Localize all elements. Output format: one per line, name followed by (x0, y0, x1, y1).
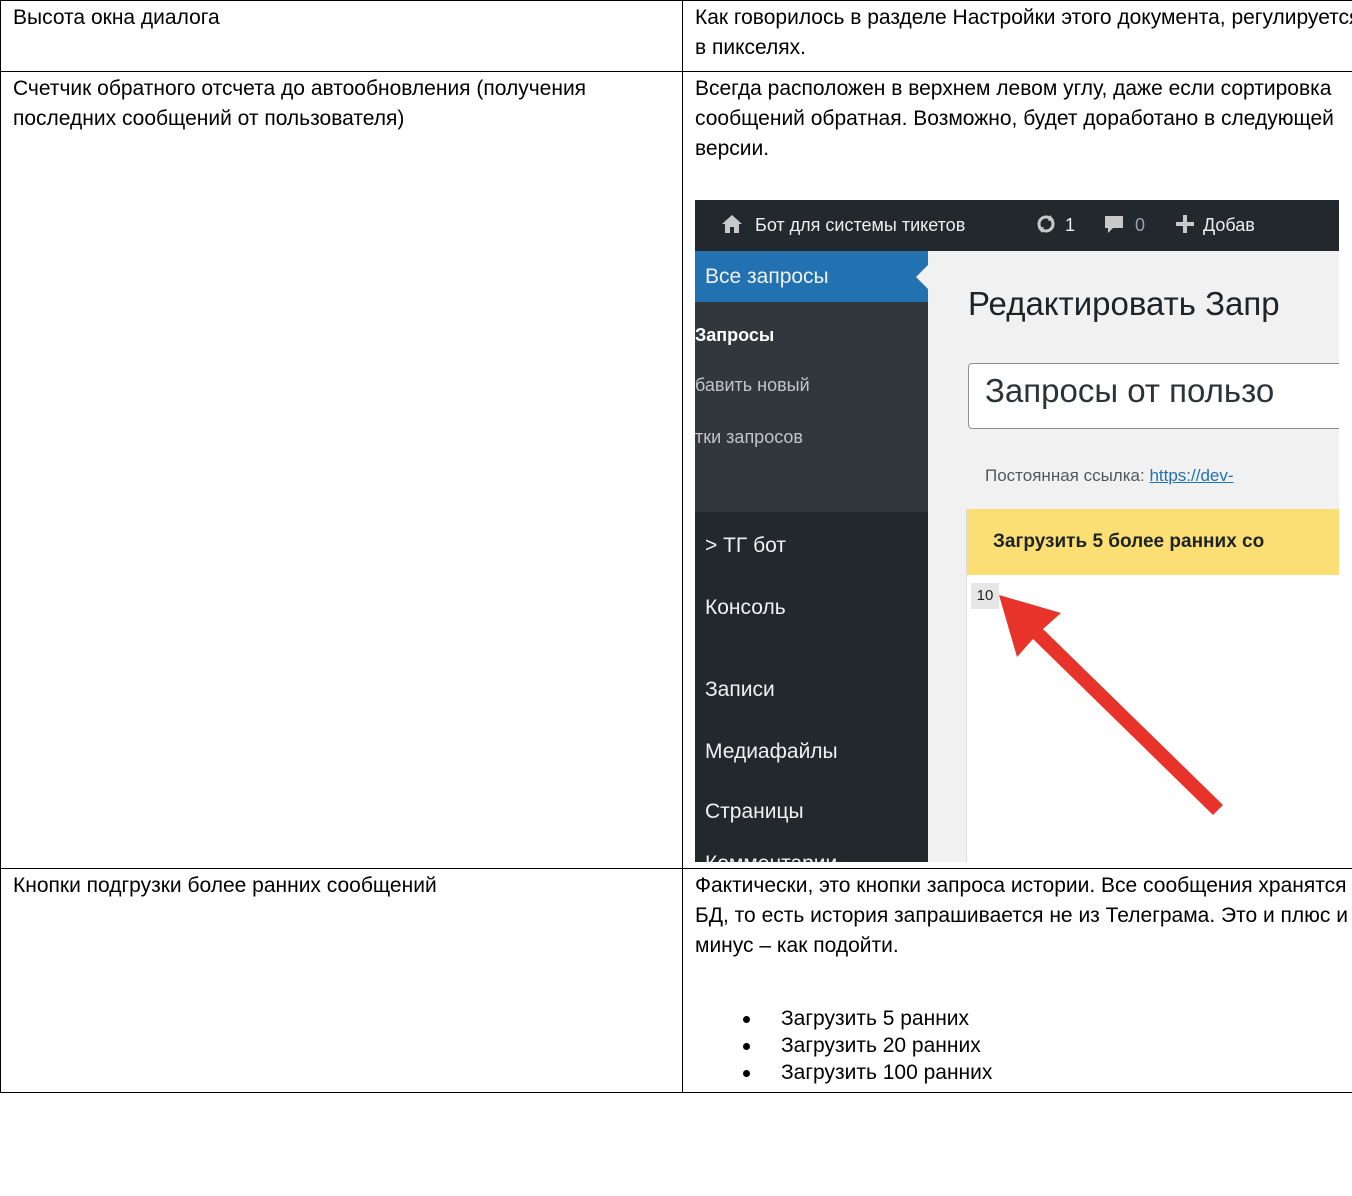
row-description: Как говорилось в разделе Настройки этого… (682, 0, 1352, 72)
edit-screen: Редактировать Запр Запросы от пользо Пос… (928, 251, 1339, 862)
table-row: Высота окна диалога Как говорилось в раз… (0, 0, 1352, 72)
row-description: Всегда расположен в верхнем левом углу, … (695, 77, 1334, 160)
red-arrow-icon (999, 595, 1223, 815)
load-earlier-label: Загрузить 5 более ранних со (993, 531, 1265, 552)
add-new-link[interactable]: Добав (1203, 200, 1255, 251)
sidebar-submenu: Запросы бавить новый тки запросов (695, 302, 928, 512)
admin-sidebar: Все запросы Запросы бавить новый тки зап… (695, 251, 928, 862)
sidebar-item-tg-bot[interactable]: > ТГ бот (705, 531, 786, 561)
sidebar-item-comments[interactable]: Комментарии (705, 849, 837, 862)
sidebar-item-posts[interactable]: Записи (705, 675, 775, 705)
chat-panel: Загрузить 5 более ранних со 10 (966, 509, 1339, 862)
row-description: Фактически, это кнопки запроса истории. … (695, 874, 1352, 957)
row-label: Счетчик обратного отсчета до автообновле… (0, 71, 683, 869)
submenu-item[interactable]: бавить новый (695, 370, 810, 400)
post-title-value: Запросы от пользо (985, 372, 1275, 409)
settings-table: Высота окна диалога Как говорилось в раз… (0, 0, 1352, 1093)
permalink-label: Постоянная ссылка: (985, 466, 1145, 485)
home-icon (721, 200, 743, 251)
sidebar-item-console[interactable]: Консоль (705, 593, 786, 623)
sidebar-item-label: Все запросы (705, 265, 829, 288)
sidebar-item-media[interactable]: Медиафайлы (705, 737, 838, 767)
row-description-cell: Всегда расположен в верхнем левом углу, … (682, 71, 1352, 869)
plus-icon (1175, 200, 1195, 251)
table-row: Счетчик обратного отсчета до автообновле… (0, 71, 1352, 869)
site-name[interactable]: Бот для системы тикетов (755, 200, 965, 251)
row-label: Высота окна диалога (0, 0, 683, 72)
table-row: Кнопки подгрузки более ранних сообщений … (0, 868, 1352, 1093)
comments-count[interactable]: 0 (1135, 200, 1145, 251)
submenu-item[interactable]: тки запросов (695, 422, 803, 452)
admin-bar: Бот для системы тикетов 1 0 Добав (695, 200, 1339, 251)
load-earlier-button[interactable]: Загрузить 5 более ранних со (967, 509, 1339, 575)
row-label: Кнопки подгрузки более ранних сообщений (0, 868, 683, 1093)
current-arrow-icon (916, 265, 928, 289)
row-description-cell: Фактически, это кнопки запроса истории. … (682, 868, 1352, 1093)
list-item: Загрузить 5 ранних (743, 1005, 1352, 1032)
updates-count[interactable]: 1 (1065, 200, 1075, 251)
page-title: Редактировать Запр (968, 285, 1280, 322)
embedded-screenshot: Бот для системы тикетов 1 0 Добав Все за… (695, 200, 1339, 862)
submenu-item[interactable]: Запросы (695, 320, 774, 350)
comment-icon (1103, 200, 1125, 251)
updates-icon (1035, 200, 1057, 251)
sidebar-item-pages[interactable]: Страницы (705, 797, 804, 827)
list-item: Загрузить 20 ранних (743, 1032, 1352, 1059)
permalink-url[interactable]: https://dev- (1149, 466, 1233, 485)
sidebar-item-all-requests[interactable]: Все запросы (695, 251, 928, 302)
post-title-input[interactable]: Запросы от пользо (968, 363, 1339, 429)
bullet-list: Загрузить 5 ранних Загрузить 20 ранних З… (695, 1005, 1352, 1086)
permalink: Постоянная ссылка: https://dev- (985, 461, 1234, 491)
list-item: Загрузить 100 ранних (743, 1059, 1352, 1086)
